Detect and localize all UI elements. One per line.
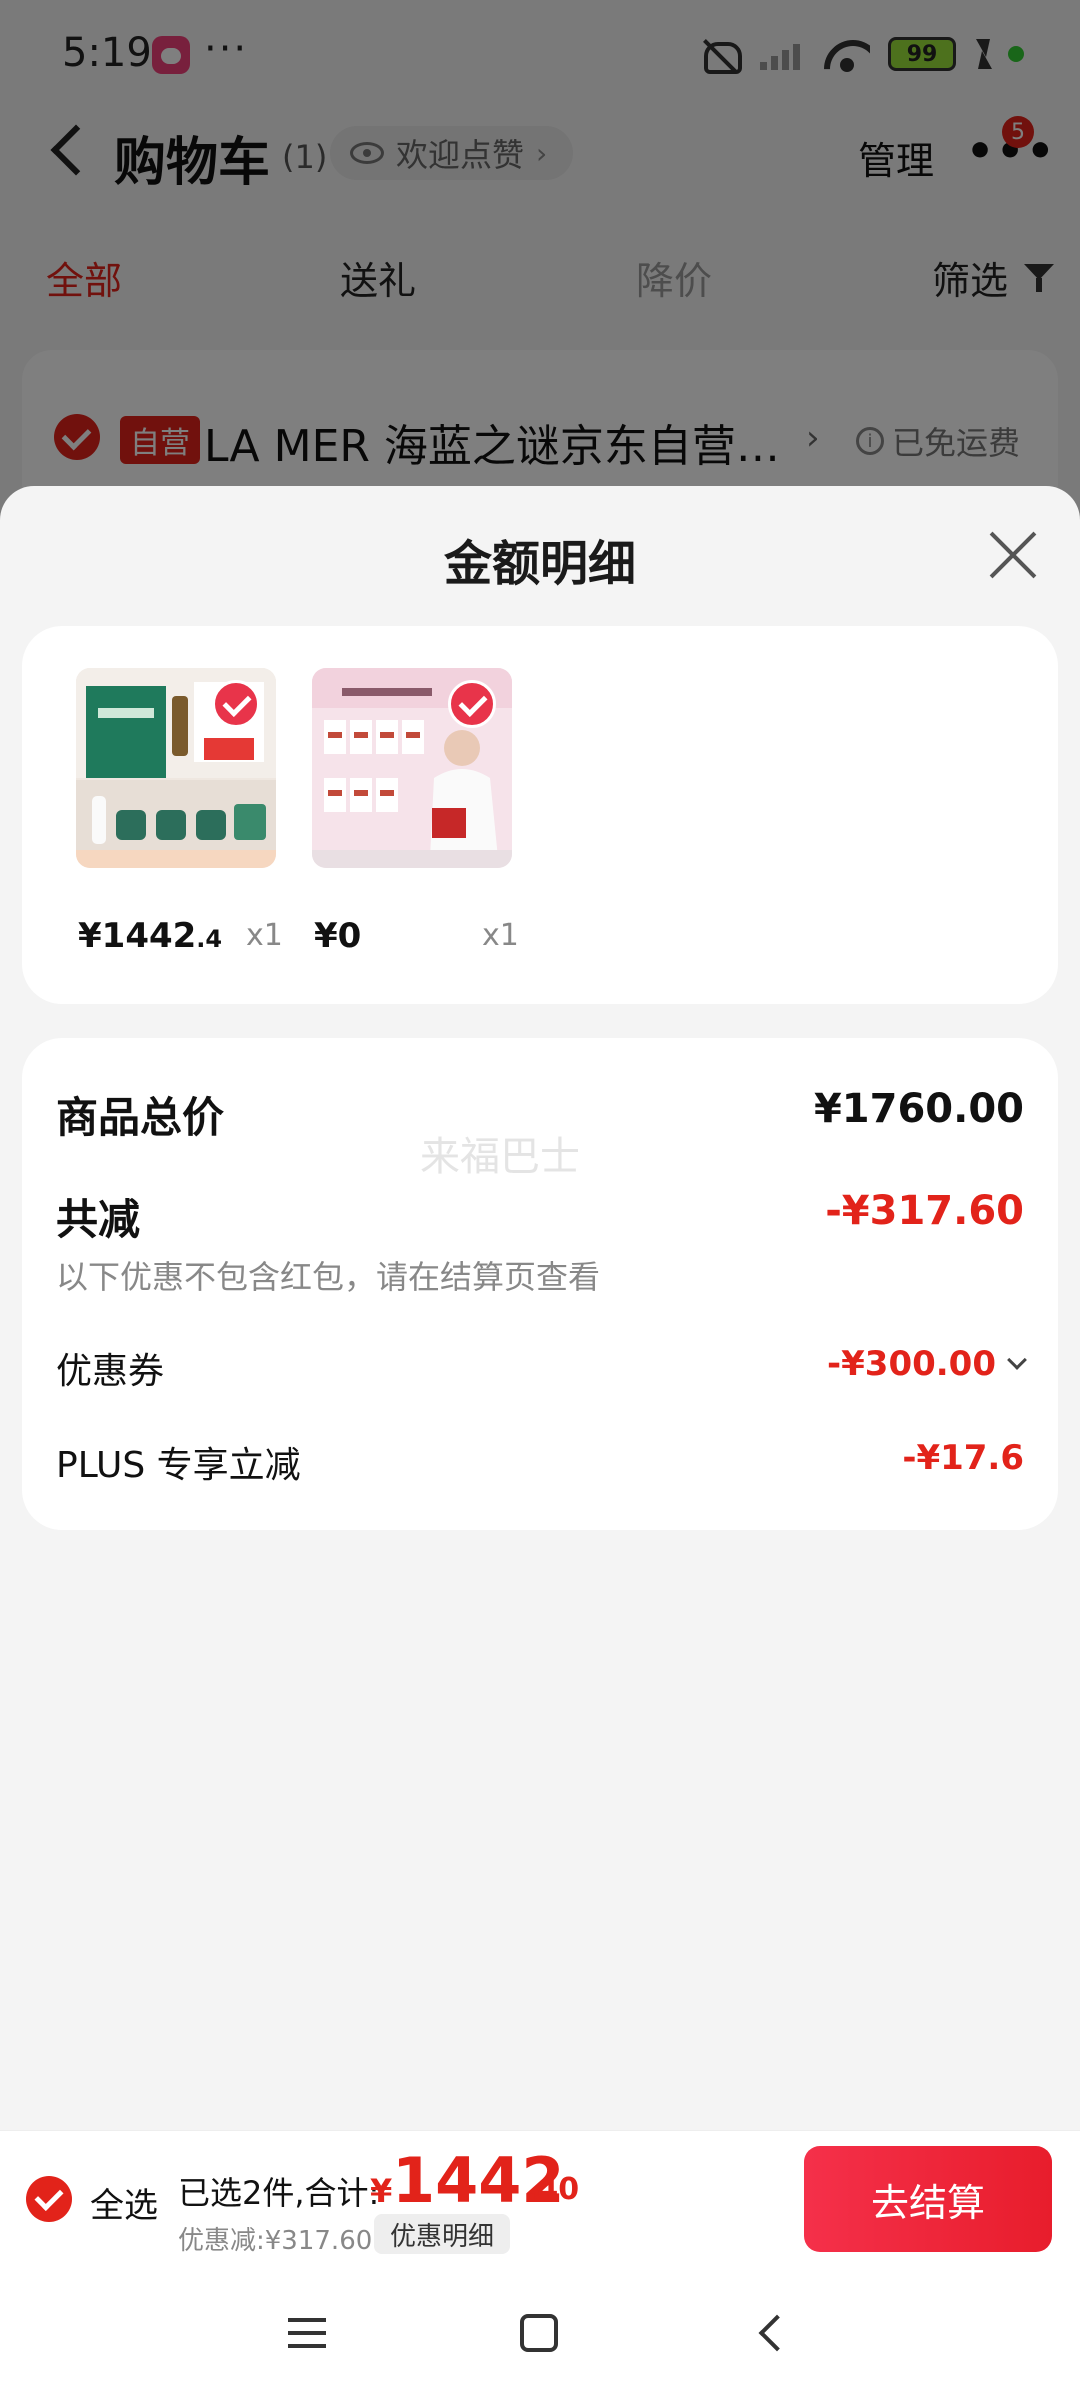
plus-discount-label: PLUS 专享立减 — [56, 1445, 301, 1486]
close-icon[interactable] — [988, 530, 1038, 580]
select-all-label[interactable]: 全选 — [90, 2178, 158, 2227]
total-amount-decimal: .40 — [526, 2172, 580, 2207]
coupon-label: 优惠券 — [56, 1351, 165, 1392]
home-icon[interactable] — [520, 2314, 558, 2352]
discount-amount: 优惠减:¥317.60 — [178, 2226, 373, 2256]
total-reduce-label: 共减 — [56, 1195, 141, 1244]
checkout-button[interactable]: 去结算 — [804, 2146, 1052, 2252]
chevron-down-icon[interactable] — [1007, 1350, 1027, 1370]
product-price: ¥0 — [314, 916, 361, 956]
sheet-title: 金额明细 — [443, 536, 636, 592]
select-all-checkbox[interactable] — [26, 2176, 72, 2222]
total-reduce-value: -¥317.60 — [825, 1188, 1024, 1234]
product-price-main: ¥0 — [314, 916, 362, 956]
coupon-value: -¥300.00 — [827, 1344, 996, 1384]
product-checkbox[interactable] — [212, 680, 260, 728]
total-price-value: ¥1760.00 — [813, 1086, 1024, 1132]
product-quantity: x1 — [246, 918, 283, 953]
selected-summary: 已选2件,合计: — [178, 2174, 380, 2212]
total-currency: ¥ — [370, 2172, 393, 2210]
discount-note: 以下优惠不包含红包，请在结算页查看 — [56, 1258, 601, 1296]
total-price-label: 商品总价 — [56, 1093, 225, 1142]
discount-detail-button[interactable]: 优惠明细 — [374, 2214, 511, 2254]
plus-discount-value: -¥17.6 — [902, 1438, 1024, 1478]
product-checkbox[interactable] — [448, 680, 496, 728]
product-quantity: x1 — [482, 918, 519, 953]
product-price-main: ¥1442 — [78, 916, 197, 956]
watermark: 来福巴士 — [420, 1134, 580, 1180]
coupon-row-value[interactable]: -¥300.00 — [827, 1344, 1027, 1384]
product-price: ¥1442.4 — [78, 916, 222, 956]
product-price-decimal: .4 — [196, 925, 223, 953]
recent-apps-icon[interactable] — [288, 2318, 326, 2350]
